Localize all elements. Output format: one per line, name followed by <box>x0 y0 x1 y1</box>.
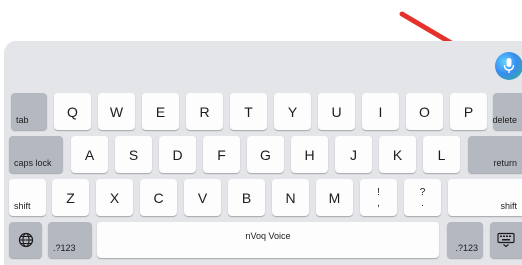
caps-lock-key[interactable]: caps lock <box>9 136 63 173</box>
key-a-label: A <box>84 146 95 163</box>
key-w-label: W <box>109 103 124 120</box>
question-period-key[interactable]: ? . <box>404 179 441 216</box>
key-t-label: T <box>244 103 253 120</box>
key-c-label: C <box>153 189 164 206</box>
key-e-label: E <box>155 103 166 120</box>
key-y-label: Y <box>287 103 298 120</box>
keyboard-hide-icon <box>497 232 515 248</box>
key-x[interactable]: X <box>96 179 133 216</box>
numbers-right-key-label: .?123 <box>455 243 478 253</box>
key-n-label: N <box>285 189 296 206</box>
key-m-label: M <box>328 189 341 206</box>
exclamation-label: ! <box>377 186 380 198</box>
key-h-label: H <box>304 146 315 163</box>
key-n[interactable]: N <box>272 179 309 216</box>
shift-left-key-label: shift <box>14 201 31 211</box>
key-x-label: X <box>109 189 120 206</box>
key-k[interactable]: K <box>379 136 416 173</box>
period-label: . <box>421 197 424 209</box>
key-o-label: O <box>419 103 430 120</box>
globe-icon <box>18 232 33 248</box>
return-key-label: return <box>493 158 517 168</box>
delete-key[interactable]: delete <box>492 93 522 130</box>
key-v[interactable]: V <box>184 179 221 216</box>
numbers-right-key[interactable]: .?123 <box>447 222 483 258</box>
key-b[interactable]: B <box>228 179 265 216</box>
key-y[interactable]: Y <box>274 93 311 130</box>
key-g[interactable]: G <box>247 136 284 173</box>
key-f[interactable]: F <box>203 136 240 173</box>
key-q[interactable]: Q <box>54 93 91 130</box>
key-d-label: D <box>172 146 183 163</box>
key-t[interactable]: T <box>230 93 267 130</box>
shift-right-key-label: shift <box>500 201 517 211</box>
key-l-label: L <box>437 146 446 163</box>
exclamation-comma-key[interactable]: ! , <box>360 179 397 216</box>
key-f-label: F <box>217 146 226 163</box>
dictation-mic-button[interactable] <box>495 52 522 80</box>
key-h[interactable]: H <box>291 136 328 173</box>
key-j[interactable]: J <box>335 136 372 173</box>
shift-left-key[interactable]: shift <box>9 179 46 216</box>
tab-key[interactable]: tab <box>11 93 47 130</box>
numbers-left-key-label: .?123 <box>53 243 76 253</box>
key-s-label: S <box>128 146 139 163</box>
key-r[interactable]: R <box>186 93 223 130</box>
key-g-label: G <box>260 146 271 163</box>
hide-keyboard-key[interactable] <box>490 222 522 258</box>
key-m[interactable]: M <box>316 179 353 216</box>
key-u[interactable]: U <box>318 93 355 130</box>
virtual-keyboard: tab Q W E R T Y U I O P delete caps lock… <box>4 41 522 265</box>
globe-key[interactable] <box>9 222 42 258</box>
space-bar-label: nVoq Voice <box>245 231 291 241</box>
key-j-label: J <box>350 146 357 163</box>
key-p-label: P <box>463 103 474 120</box>
question-label: ? <box>419 186 426 198</box>
microphone-icon <box>503 58 515 73</box>
tab-key-label: tab <box>16 115 29 125</box>
comma-label: , <box>377 197 380 209</box>
key-u-label: U <box>331 103 342 120</box>
key-z-label: Z <box>66 189 75 206</box>
numbers-left-key[interactable]: .?123 <box>48 222 92 258</box>
key-i-label: I <box>378 103 383 120</box>
key-a[interactable]: A <box>71 136 108 173</box>
key-k-label: K <box>392 146 403 163</box>
key-r-label: R <box>199 103 210 120</box>
key-o[interactable]: O <box>406 93 443 130</box>
shift-right-key[interactable]: shift <box>448 179 522 216</box>
return-key[interactable]: return <box>468 136 522 173</box>
key-i[interactable]: I <box>362 93 399 130</box>
key-b-label: B <box>241 189 252 206</box>
key-q-label: Q <box>67 103 78 120</box>
caps-lock-key-label: caps lock <box>14 158 52 168</box>
key-w[interactable]: W <box>98 93 135 130</box>
key-d[interactable]: D <box>159 136 196 173</box>
key-v-label: V <box>197 189 208 206</box>
key-e[interactable]: E <box>142 93 179 130</box>
key-l[interactable]: L <box>423 136 460 173</box>
key-c[interactable]: C <box>140 179 177 216</box>
key-s[interactable]: S <box>115 136 152 173</box>
space-bar[interactable]: nVoq Voice <box>97 222 439 258</box>
delete-key-label: delete <box>492 115 517 125</box>
key-z[interactable]: Z <box>52 179 89 216</box>
key-p[interactable]: P <box>450 93 487 130</box>
